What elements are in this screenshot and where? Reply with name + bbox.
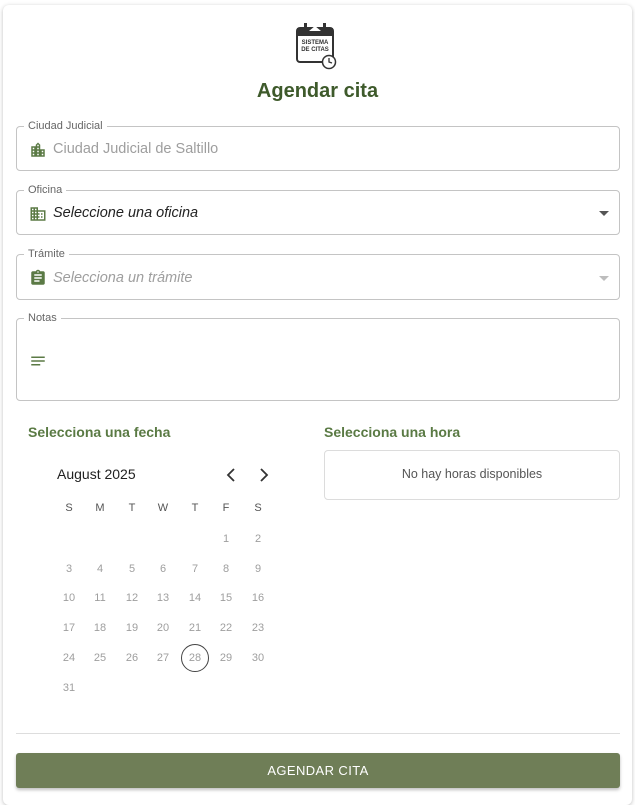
- chevron-down-icon: [599, 211, 609, 216]
- weekday-label: T: [191, 502, 199, 514]
- calendar-day[interactable]: 18: [86, 614, 114, 642]
- fecha-section-title: Selecciona una fecha: [28, 424, 171, 440]
- notas-field[interactable]: Notas: [16, 312, 620, 401]
- ciudad-judicial-label: Ciudad Judicial: [24, 120, 107, 132]
- weekday-label: T: [128, 502, 136, 514]
- calendar-day[interactable]: 11: [86, 584, 114, 612]
- page-title: Agendar cita: [256, 80, 379, 102]
- tramite-label: Trámite: [24, 248, 69, 260]
- calendar-day[interactable]: 20: [149, 614, 177, 642]
- tramite-select[interactable]: Trámite Selecciona un trámite: [16, 248, 620, 300]
- calendar-day[interactable]: 29: [212, 644, 240, 672]
- calendar-day[interactable]: 9: [244, 555, 272, 583]
- hora-section-title: Selecciona una hora: [324, 424, 461, 440]
- calendar-day[interactable]: 21: [181, 614, 209, 642]
- weekday-label: S: [254, 502, 262, 514]
- no-hours-message: No hay horas disponibles: [401, 467, 543, 481]
- chevron-down-icon: [599, 276, 609, 281]
- calendar-day[interactable]: 5: [118, 555, 146, 583]
- calendar-day[interactable]: 12: [118, 584, 146, 612]
- calendar-day[interactable]: 30: [244, 644, 272, 672]
- business-icon: [29, 205, 47, 223]
- calendar-day[interactable]: 17: [55, 614, 83, 642]
- calendar-day[interactable]: 3: [55, 555, 83, 583]
- svg-text:SISTEMA: SISTEMA: [302, 40, 329, 46]
- calendar-month-label: August 2025: [57, 466, 136, 482]
- divider: [16, 733, 620, 734]
- tramite-placeholder: Selecciona un trámite: [53, 270, 193, 286]
- calendar-day[interactable]: 26: [118, 644, 146, 672]
- calendar-day[interactable]: 13: [149, 584, 177, 612]
- oficina-label: Oficina: [24, 184, 67, 196]
- calendar-day[interactable]: 14: [181, 584, 209, 612]
- calendar-day[interactable]: 2: [244, 525, 272, 553]
- calendar-day[interactable]: 24: [55, 644, 83, 672]
- notes-icon: [29, 352, 47, 370]
- calendar-day[interactable]: 23: [244, 614, 272, 642]
- calendar-day[interactable]: 19: [118, 614, 146, 642]
- calendar-day[interactable]: 15: [212, 584, 240, 612]
- calendar-day[interactable]: 16: [244, 584, 272, 612]
- calendar-day[interactable]: 22: [212, 614, 240, 642]
- agendar-cita-button[interactable]: AGENDAR CITA: [16, 753, 620, 788]
- calendar-day[interactable]: 27: [149, 644, 177, 672]
- calendar-day[interactable]: 7: [181, 555, 209, 583]
- weekday-label: S: [65, 502, 73, 514]
- weekday-label: M: [95, 502, 105, 514]
- sistema-de-citas-logo: SISTEMA DE CITAS: [294, 22, 340, 72]
- weekday-label: F: [222, 502, 230, 514]
- ciudad-judicial-field[interactable]: Ciudad Judicial Ciudad Judicial de Salti…: [16, 120, 620, 171]
- oficina-placeholder: Seleccione una oficina: [53, 205, 199, 221]
- notas-label: Notas: [24, 312, 61, 324]
- assignment-icon: [29, 269, 47, 287]
- calendar-day[interactable]: 31: [55, 674, 83, 702]
- calendar-day[interactable]: 25: [86, 644, 114, 672]
- ciudad-judicial-value: Ciudad Judicial de Saltillo: [53, 141, 219, 157]
- svg-text:DE CITAS: DE CITAS: [301, 47, 329, 53]
- oficina-select[interactable]: Oficina Seleccione una oficina: [16, 184, 620, 235]
- weekday-label: W: [157, 502, 169, 514]
- calendar-day[interactable]: 1: [212, 525, 240, 553]
- hours-list: No hay horas disponibles: [324, 450, 620, 500]
- chevron-right-icon[interactable]: [256, 466, 272, 484]
- calendar-day[interactable]: 8: [212, 555, 240, 583]
- calendar-day-today[interactable]: 28: [181, 644, 209, 672]
- calendar-day[interactable]: 6: [149, 555, 177, 583]
- calendar-day[interactable]: 4: [86, 555, 114, 583]
- chevron-left-icon[interactable]: [223, 466, 239, 484]
- city-icon: [29, 141, 47, 159]
- calendar-day[interactable]: 10: [55, 584, 83, 612]
